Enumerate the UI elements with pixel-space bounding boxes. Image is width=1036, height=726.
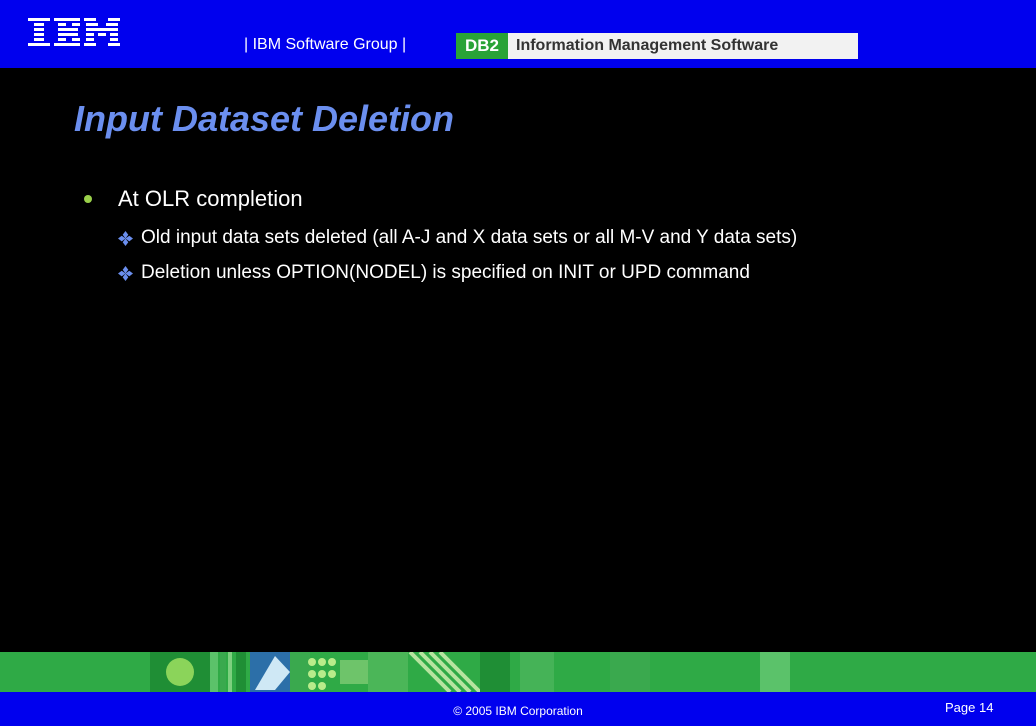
sub-bullet-text: Old input data sets deleted (all A-J and… [141,227,798,248]
sub-bullet-item: Deletion unless OPTION(NODEL) is specifi… [118,262,750,284]
footer-bar: © 2005 IBM Corporation Page 14 [0,692,1036,726]
sub-bullet-text: Deletion unless OPTION(NODEL) is specifi… [141,262,750,283]
page-number: Page 14 [945,700,994,715]
decorative-mosaic-image [0,652,1036,692]
decorative-green-band [0,652,1036,692]
information-management-label: Information Management Software [508,33,858,59]
db2-badge: DB2 [456,33,508,59]
bullet-item: At OLR completion [84,186,303,212]
copyright-text: © 2005 IBM Corporation [453,704,583,718]
bullet-dot-icon [84,195,92,203]
sub-bullet-item: Old input data sets deleted (all A-J and… [118,227,797,249]
slide: | IBM Software Group | DB2 Information M… [0,0,1036,726]
bullet-text: At OLR completion [118,186,303,211]
slide-title: Input Dataset Deletion [74,98,455,139]
ibm-logo [28,18,120,46]
header-bar: | IBM Software Group | DB2 Information M… [0,0,1036,68]
ibm-software-group-label: | IBM Software Group | [244,36,407,53]
diamond-bullet-icon [118,265,133,281]
diamond-bullet-icon [118,230,133,246]
